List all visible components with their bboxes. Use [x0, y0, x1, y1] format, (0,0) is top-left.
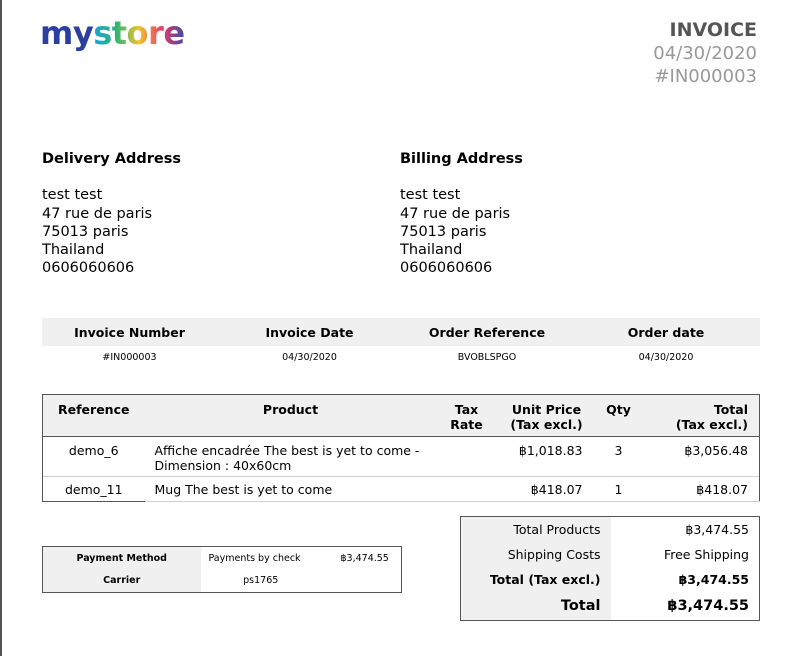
col-header-product: Product	[144, 394, 437, 437]
delivery-address-line: Thailand	[42, 242, 105, 259]
col-header-unit-price-line2: (Tax excl.)	[510, 417, 583, 432]
billing-address-line: 47 rue de paris	[400, 205, 511, 222]
billing-address-line: Thailand	[400, 242, 463, 259]
grand-total-label: Total	[460, 591, 611, 621]
invoice-title: INVOICE	[669, 19, 758, 41]
delivery-address-line: test test	[42, 187, 103, 204]
invoice-meta-table: Invoice Number Invoice Date Order Refere…	[42, 318, 760, 368]
delivery-address: Delivery Address test test 47 rue de par…	[42, 150, 181, 278]
item-product-line: Dimension : 40x60cm	[154, 458, 292, 473]
delivery-address-line: 0606060606	[42, 260, 135, 277]
order-items-table: Reference Product Tax Rate Unit Price (T…	[42, 394, 760, 502]
carrier-row: Carrier ps1765	[42, 569, 402, 593]
billing-address-line: 0606060606	[400, 260, 493, 277]
item-reference: demo_6	[42, 436, 145, 477]
payment-method-row: Payment Method Payments by check ฿3,474.…	[42, 546, 402, 570]
total-products-row: Total Products ฿3,474.55	[460, 516, 760, 542]
item-reference: demo_11	[42, 476, 145, 502]
delivery-address-heading: Delivery Address	[42, 151, 181, 167]
billing-address-line: test test	[400, 187, 461, 204]
total-tax-excl-value: ฿3,474.55	[678, 571, 749, 587]
col-header-tax-rate-line1: Tax	[454, 402, 479, 417]
carrier-value: ps1765	[243, 575, 279, 587]
item-qty: 3	[596, 436, 641, 477]
meta-header-invoice-number: Invoice Number	[42, 318, 217, 346]
meta-header-invoice-date: Invoice Date	[217, 318, 402, 346]
col-header-reference: Reference	[42, 394, 145, 437]
col-header-total: Total (Tax excl.)	[640, 394, 760, 437]
total-tax-excl-label: Total (Tax excl.)	[460, 566, 611, 592]
billing-address: Billing Address test test 47 rue de pari…	[400, 150, 523, 278]
delivery-address-line: 47 rue de paris	[42, 205, 153, 222]
shipping-costs-value: Free Shipping	[663, 546, 749, 562]
item-product-line: Mug The best is yet to come	[154, 482, 333, 497]
meta-header-order-date: Order date	[572, 318, 760, 346]
payment-method-label: Payment Method	[42, 546, 201, 570]
meta-invoice-date: 04/30/2020	[282, 351, 337, 363]
payment-method-amount: ฿3,474.55	[340, 552, 389, 564]
table-row: demo_11 Mug The best is yet to come ฿418…	[42, 476, 760, 502]
col-header-total-line1: Total	[713, 402, 748, 417]
total-products-label: Total Products	[460, 516, 611, 542]
shipping-costs-label: Shipping Costs	[460, 541, 611, 567]
delivery-address-line: 75013 paris	[42, 223, 129, 240]
carrier-label: Carrier	[42, 569, 201, 593]
item-tax-rate	[436, 436, 497, 477]
meta-header-order-reference: Order Reference	[402, 318, 572, 346]
logo-text-store: store	[93, 14, 185, 52]
meta-order-date: 04/30/2020	[638, 351, 694, 363]
meta-order-reference: BVOBLSPGO	[457, 351, 517, 363]
item-unit-price: ฿1,018.83	[496, 436, 597, 477]
col-header-total-line2: (Tax excl.)	[675, 417, 748, 432]
item-total: ฿3,056.48	[640, 436, 760, 477]
invoice-page: my store INVOICE 04/30/2020 #IN000003 De…	[0, 0, 794, 656]
totals-table: Total Products ฿3,474.55 Shipping Costs …	[460, 516, 760, 621]
col-header-tax-rate: Tax Rate	[436, 394, 497, 437]
invoice-header-number: #IN000003	[654, 66, 757, 87]
grand-total-row: Total ฿3,474.55	[460, 591, 760, 621]
invoice-header-date: 04/30/2020	[653, 43, 757, 64]
invoice-header: INVOICE 04/30/2020 #IN000003	[653, 19, 757, 88]
shipping-costs-row: Shipping Costs Free Shipping	[460, 541, 760, 567]
billing-address-line: 75013 paris	[400, 223, 487, 240]
meta-invoice-number: #IN000003	[102, 351, 157, 363]
item-product-line: Affiche encadrée The best is yet to come…	[154, 443, 420, 458]
item-product: Mug The best is yet to come	[144, 476, 437, 502]
grand-total-value: ฿3,474.55	[667, 597, 749, 614]
store-logo: my store	[40, 14, 185, 52]
table-row: demo_6 Affiche encadrée The best is yet …	[42, 436, 760, 477]
item-qty: 1	[596, 476, 641, 502]
payment-carrier-table: Payment Method Payments by check ฿3,474.…	[42, 546, 402, 593]
payment-method-value: Payments by check	[208, 552, 301, 564]
logo-text-my: my	[40, 14, 94, 52]
total-tax-excl-row: Total (Tax excl.) ฿3,474.55	[460, 566, 760, 592]
col-header-qty: Qty	[596, 394, 641, 437]
billing-address-heading: Billing Address	[400, 151, 523, 167]
col-header-tax-rate-line2: Rate	[450, 417, 483, 432]
total-products-value: ฿3,474.55	[685, 521, 749, 537]
col-header-unit-price-line1: Unit Price	[511, 402, 582, 417]
item-tax-rate	[436, 476, 497, 502]
item-product: Affiche encadrée The best is yet to come…	[144, 436, 437, 477]
item-unit-price: ฿418.07	[496, 476, 597, 502]
col-header-unit-price: Unit Price (Tax excl.)	[496, 394, 597, 437]
item-total: ฿418.07	[640, 476, 760, 502]
